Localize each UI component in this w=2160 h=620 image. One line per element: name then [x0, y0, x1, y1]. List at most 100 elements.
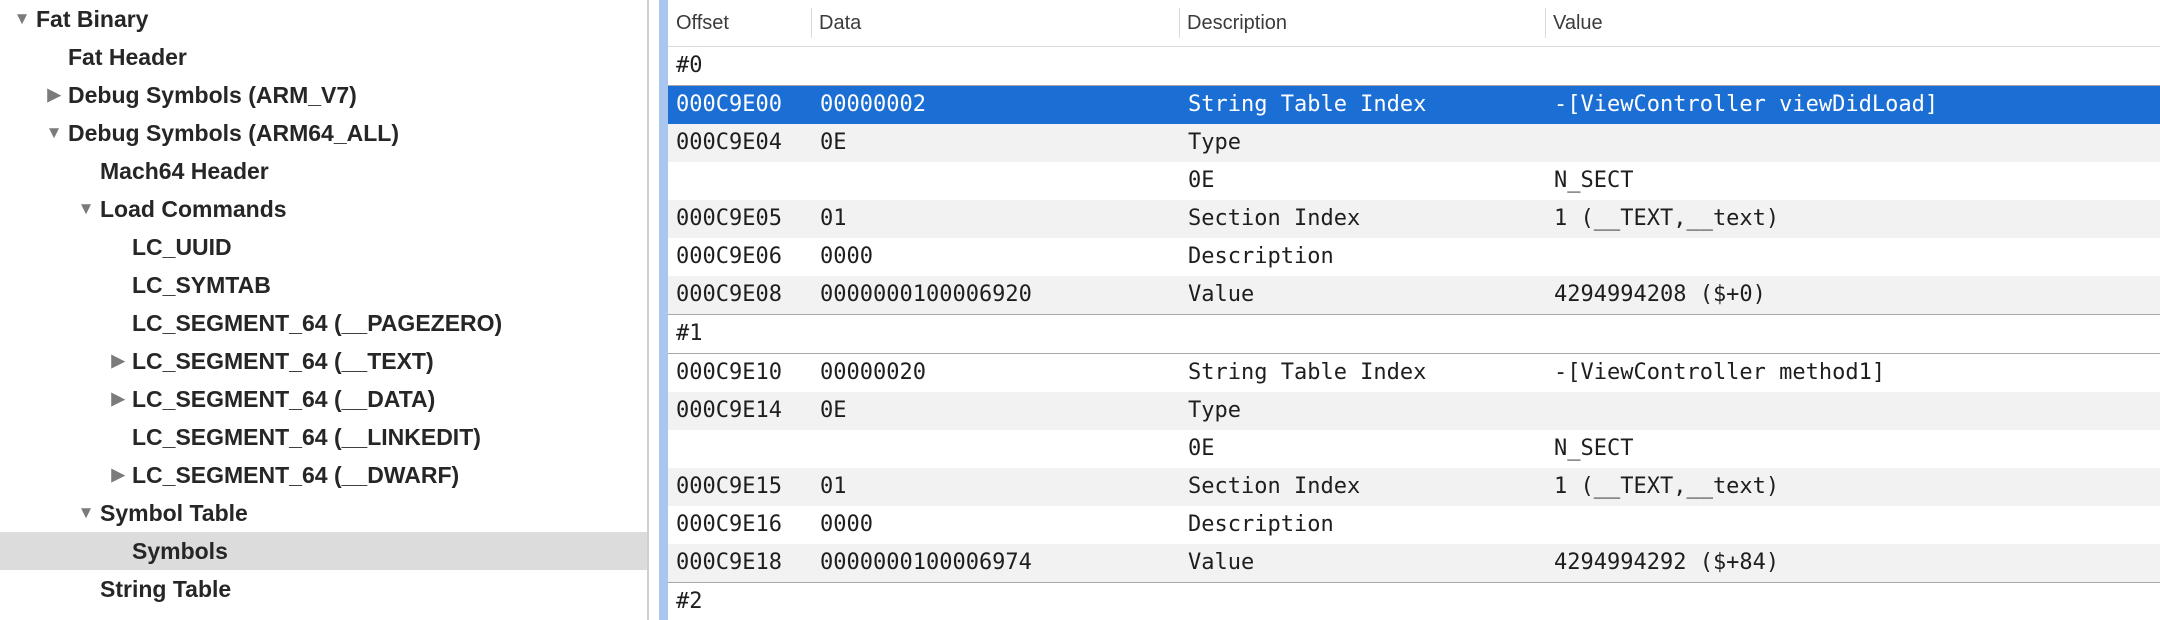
- cell-data: 0E: [820, 398, 847, 423]
- sidebar-item-label: LC_SEGMENT_64 (__DWARF): [132, 462, 460, 488]
- sidebar-item[interactable]: LC_SYMTAB: [0, 266, 647, 304]
- sidebar-item[interactable]: String Table: [0, 570, 647, 608]
- group-row[interactable]: #2: [668, 583, 2160, 620]
- table-body: #0 000C9E00 00000002 String Table Index -[Vi…: [668, 47, 2160, 620]
- cell-offset: 000C9E10: [676, 360, 782, 385]
- symbols-table-pane: Offset Data Description Value #0 000C9E00…: [659, 0, 2160, 620]
- cell-value: 4294994292 ($+84): [1554, 550, 1780, 575]
- cell-offset: 000C9E06: [676, 244, 782, 269]
- table-row[interactable]: 0E N_SECT: [668, 430, 2160, 468]
- sidebar-item[interactable]: Mach64 Header: [0, 152, 647, 190]
- table-row[interactable]: 0E N_SECT: [668, 162, 2160, 200]
- sidebar-item-label: LC_SYMTAB: [132, 272, 271, 298]
- cell-value: N_SECT: [1554, 168, 1634, 193]
- cell-data: 00000020: [820, 360, 926, 385]
- sidebar-item-label: Symbols: [132, 538, 228, 564]
- table-row[interactable]: 000C9E06 0000 Description: [668, 238, 2160, 276]
- table-row[interactable]: 000C9E15 01 Section Index 1 (__TEXT,__text): [668, 468, 2160, 506]
- cell-value: N_SECT: [1554, 436, 1634, 461]
- sidebar-item[interactable]: ▼ Debug Symbols (ARM64_ALL): [0, 114, 647, 152]
- table-row[interactable]: 000C9E10 00000020 String Table Index -[View…: [668, 354, 2160, 392]
- cell-description: Description: [1188, 244, 1334, 269]
- table-row[interactable]: 000C9E08 0000000100006920 Value 4294994208 …: [668, 276, 2160, 315]
- sidebar-item-label: Mach64 Header: [100, 158, 269, 184]
- sidebar-item-label: Fat Binary: [36, 6, 149, 32]
- table-row[interactable]: 000C9E18 0000000100006974 Value 4294994292 …: [668, 544, 2160, 583]
- sidebar-item-label: LC_UUID: [132, 234, 232, 260]
- sidebar-item-label: LC_SEGMENT_64 (__LINKEDIT): [132, 424, 481, 450]
- cell-description: Description: [1188, 512, 1334, 537]
- cell-data: 01: [820, 474, 847, 499]
- cell-description: String Table Index: [1188, 360, 1427, 385]
- disclosure-expanded-icon[interactable]: ▼: [12, 0, 32, 38]
- sidebar-item[interactable]: ▶ LC_SEGMENT_64 (__DWARF): [0, 456, 647, 494]
- focus-indicator: [659, 0, 668, 620]
- sidebar-item[interactable]: LC_UUID: [0, 228, 647, 266]
- disclosure-expanded-icon[interactable]: ▼: [76, 190, 96, 228]
- sidebar-item[interactable]: ▼ Symbol Table: [0, 494, 647, 532]
- sidebar-item[interactable]: Symbols: [0, 532, 647, 570]
- disclosure-collapsed-icon[interactable]: ▶: [44, 76, 64, 114]
- cell-data: 0000000100006920: [820, 282, 1032, 307]
- table-header: Offset Data Description Value: [668, 0, 2160, 47]
- cell-description: String Table Index: [1188, 92, 1427, 117]
- split-divider[interactable]: [649, 0, 659, 620]
- sidebar-item-label: LC_SEGMENT_64 (__TEXT): [132, 348, 434, 374]
- sidebar-item-label: Symbol Table: [100, 500, 248, 526]
- column-header-description[interactable]: Description: [1179, 0, 1545, 46]
- group-row[interactable]: #0: [668, 47, 2160, 86]
- sidebar-item[interactable]: LC_SEGMENT_64 (__LINKEDIT): [0, 418, 647, 456]
- cell-data: 0E: [820, 130, 847, 155]
- cell-description: 0E: [1188, 436, 1215, 461]
- group-label: #0: [676, 53, 703, 78]
- sidebar-item[interactable]: Fat Header: [0, 38, 647, 76]
- cell-data: 0000: [820, 512, 873, 537]
- symbols-table[interactable]: Offset Data Description Value #0 000C9E00…: [668, 0, 2160, 620]
- cell-description: Value: [1188, 282, 1255, 307]
- cell-value: 1 (__TEXT,__text): [1554, 474, 1780, 499]
- sidebar-item[interactable]: ▶ LC_SEGMENT_64 (__DATA): [0, 380, 647, 418]
- cell-offset: 000C9E08: [676, 282, 782, 307]
- cell-description: Section Index: [1188, 206, 1361, 231]
- column-header-data[interactable]: Data: [811, 0, 1179, 46]
- cell-value: 4294994208 ($+0): [1554, 282, 1766, 307]
- disclosure-collapsed-icon[interactable]: ▶: [108, 456, 128, 494]
- sidebar-item-label: LC_SEGMENT_64 (__PAGEZERO): [132, 310, 503, 336]
- column-header-offset[interactable]: Offset: [668, 0, 811, 46]
- cell-value: -[ViewController method1]: [1554, 360, 1886, 385]
- sidebar-item[interactable]: LC_SEGMENT_64 (__PAGEZERO): [0, 304, 647, 342]
- disclosure-collapsed-icon[interactable]: ▶: [108, 342, 128, 380]
- sidebar-item[interactable]: ▶ Debug Symbols (ARM_V7): [0, 76, 647, 114]
- disclosure-collapsed-icon[interactable]: ▶: [108, 380, 128, 418]
- table-row[interactable]: 000C9E04 0E Type: [668, 124, 2160, 162]
- sidebar-item-label: Load Commands: [100, 196, 287, 222]
- disclosure-expanded-icon[interactable]: ▼: [76, 494, 96, 532]
- cell-offset: 000C9E15: [676, 474, 782, 499]
- sidebar-item[interactable]: ▼ Load Commands: [0, 190, 647, 228]
- cell-description: Type: [1188, 130, 1241, 155]
- cell-description: Section Index: [1188, 474, 1361, 499]
- group-label: #2: [676, 589, 703, 614]
- disclosure-expanded-icon[interactable]: ▼: [44, 114, 64, 152]
- cell-offset: 000C9E18: [676, 550, 782, 575]
- table-row[interactable]: 000C9E14 0E Type: [668, 392, 2160, 430]
- cell-data: 01: [820, 206, 847, 231]
- group-label: #1: [676, 321, 703, 346]
- cell-offset: 000C9E05: [676, 206, 782, 231]
- sidebar-item[interactable]: ▶ LC_SEGMENT_64 (__TEXT): [0, 342, 647, 380]
- cell-offset: 000C9E04: [676, 130, 782, 155]
- table-row[interactable]: 000C9E16 0000 Description: [668, 506, 2160, 544]
- cell-data: 0000: [820, 244, 873, 269]
- cell-value: -[ViewController viewDidLoad]: [1554, 92, 1939, 117]
- sidebar-item-label: LC_SEGMENT_64 (__DATA): [132, 386, 436, 412]
- sidebar-outline[interactable]: ▼ Fat Binary Fat Header ▶ Debug Symbols (ARM…: [0, 0, 649, 620]
- table-row[interactable]: 000C9E05 01 Section Index 1 (__TEXT,__text): [668, 200, 2160, 238]
- cell-offset: 000C9E00: [676, 92, 782, 117]
- sidebar-item[interactable]: ▼ Fat Binary: [0, 0, 647, 38]
- cell-data: 0000000100006974: [820, 550, 1032, 575]
- group-row[interactable]: #1: [668, 315, 2160, 354]
- table-row[interactable]: 000C9E00 00000002 String Table Index -[View…: [668, 86, 2160, 124]
- column-header-value[interactable]: Value: [1545, 0, 2145, 46]
- sidebar-item-label: Debug Symbols (ARM64_ALL): [68, 120, 399, 146]
- sidebar-item-label: Fat Header: [68, 44, 187, 70]
